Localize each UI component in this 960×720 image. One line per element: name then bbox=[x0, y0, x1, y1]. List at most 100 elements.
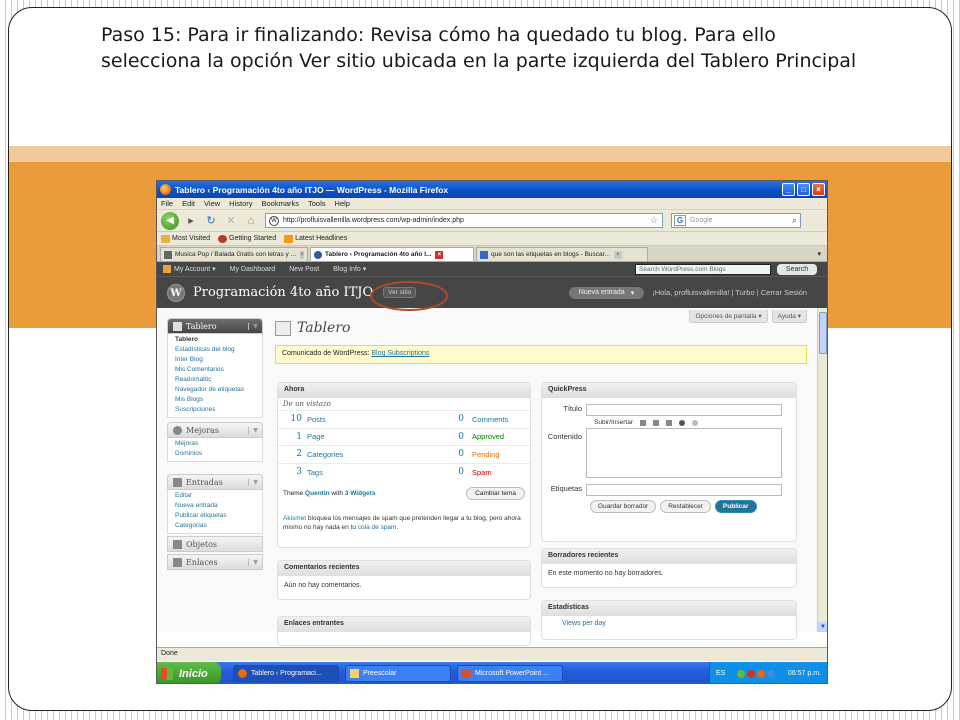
tab-tablero[interactable]: Tablero ‹ Programación 4to año I... × bbox=[310, 247, 474, 261]
screen-options-tab[interactable]: Opciones de pantalla ▾ bbox=[689, 310, 768, 323]
sidebar-item-mis-blogs[interactable]: Mis Blogs bbox=[168, 395, 262, 405]
media-icon[interactable] bbox=[679, 419, 686, 426]
notice-link[interactable]: Blog Subscriptions bbox=[371, 350, 429, 357]
sidebar-item-inter-blog[interactable]: Inter Blog bbox=[168, 355, 262, 365]
wp-search-input[interactable]: Search WordPress.com Blogs bbox=[635, 263, 771, 275]
help-tab[interactable]: Ayuda ▾ bbox=[771, 310, 807, 323]
link-posts[interactable]: Posts bbox=[302, 415, 452, 424]
tab-busqueda[interactable]: que son las etiquetas en blogs - Buscar.… bbox=[476, 247, 648, 261]
scrollbar-thumb[interactable] bbox=[819, 312, 827, 354]
back-arrow-icon[interactable]: ◀ bbox=[161, 211, 179, 230]
close-window-button[interactable]: × bbox=[812, 183, 825, 196]
bookmark-getting-started[interactable]: Getting Started bbox=[218, 234, 276, 243]
video-icon[interactable] bbox=[653, 419, 660, 426]
menu-mejoras[interactable]: Mejoras ▼ bbox=[167, 422, 263, 438]
menu-history[interactable]: History bbox=[229, 199, 252, 208]
link-approved[interactable]: Approved bbox=[464, 432, 504, 441]
borradores-title[interactable]: Borradores recientes bbox=[542, 549, 796, 564]
wp-search-button[interactable]: Search bbox=[777, 263, 817, 275]
ahora-title[interactable]: Ahora bbox=[278, 383, 530, 398]
tray-firefox-icon[interactable] bbox=[757, 669, 766, 678]
menu-bookmarks[interactable]: Bookmarks bbox=[262, 199, 300, 208]
sidebar-item-categorias[interactable]: Categorías bbox=[168, 521, 262, 531]
publicar-button[interactable]: Publicar bbox=[714, 500, 757, 513]
magnifier-icon[interactable]: ⌕ bbox=[792, 215, 797, 226]
minimize-button[interactable]: _ bbox=[782, 183, 795, 196]
maximize-button[interactable]: □ bbox=[797, 183, 810, 196]
tab-close-icon[interactable]: × bbox=[300, 250, 304, 259]
bookmark-star-icon[interactable]: ☆ bbox=[650, 215, 658, 226]
image-icon[interactable] bbox=[640, 419, 647, 426]
task-powerpoint[interactable]: Microsoft PowerPoint ... bbox=[457, 665, 563, 682]
tab-list-arrow-icon[interactable]: ▾ bbox=[817, 250, 821, 258]
sidebar-item-dominios[interactable]: Dominios bbox=[168, 449, 262, 459]
comentarios-title[interactable]: Comentarios recientes bbox=[278, 561, 530, 576]
sidebar-item-tablero[interactable]: Tablero bbox=[168, 335, 262, 345]
spam-queue-link[interactable]: cola de spam bbox=[358, 524, 397, 531]
link-tags[interactable]: Tags bbox=[302, 468, 452, 477]
link-page[interactable]: Page bbox=[302, 432, 452, 441]
menu-view[interactable]: View bbox=[204, 199, 220, 208]
user-greeting[interactable]: ¡Hola, profluisvallenilla! | Turbo | Cer… bbox=[652, 288, 807, 297]
cambiar-tema-button[interactable]: Cambiar tema bbox=[466, 487, 525, 500]
menu-toggle-icon[interactable]: ▼ bbox=[248, 558, 262, 566]
link-comments[interactable]: Comments bbox=[464, 415, 508, 424]
estadisticas-title[interactable]: Estadísticas bbox=[542, 601, 796, 616]
menu-tablero[interactable]: Tablero ▼ bbox=[167, 318, 263, 334]
reload-icon[interactable]: ↻ bbox=[205, 214, 217, 227]
menu-edit[interactable]: Edit bbox=[182, 199, 195, 208]
theme-link[interactable]: Quentin bbox=[305, 490, 330, 497]
menu-toggle-icon[interactable]: ▼ bbox=[248, 478, 262, 486]
tray-network-icon[interactable] bbox=[737, 669, 746, 678]
sidebar-item-readomattic[interactable]: Readomattic bbox=[168, 375, 262, 385]
scroll-down-icon[interactable]: ▼ bbox=[818, 622, 827, 632]
tab-musica[interactable]: Musica Pop / Balada Gratis con letras y … bbox=[160, 247, 308, 261]
search-box[interactable]: G Google ⌕ bbox=[671, 213, 801, 228]
admin-my-account[interactable]: My Account ▾ bbox=[163, 265, 216, 273]
tab-close-icon[interactable]: × bbox=[435, 250, 444, 259]
tray-volume-icon[interactable] bbox=[767, 669, 776, 678]
enlaces-entrantes-title[interactable]: Enlaces entrantes bbox=[278, 617, 530, 632]
menu-objetos[interactable]: Objetos bbox=[167, 536, 263, 552]
link-spam[interactable]: Spam bbox=[464, 468, 492, 477]
menu-enlaces[interactable]: Enlaces ▼ bbox=[167, 554, 263, 570]
guardar-borrador-button[interactable]: Guardar borrador bbox=[590, 500, 657, 513]
sidebar-item-mis-comentarios[interactable]: Mis Comentarios bbox=[168, 365, 262, 375]
task-preescolar[interactable]: Preescolar bbox=[345, 665, 451, 682]
menu-tools[interactable]: Tools bbox=[308, 199, 326, 208]
restablecer-button[interactable]: Restablecer bbox=[660, 500, 711, 513]
menu-help[interactable]: Help bbox=[335, 199, 350, 208]
bookmark-most-visited[interactable]: Most Visited bbox=[161, 234, 210, 243]
contenido-textarea[interactable] bbox=[586, 428, 782, 478]
link-categories[interactable]: Categories bbox=[302, 450, 452, 459]
menu-toggle-icon[interactable]: ▼ bbox=[248, 426, 262, 434]
sidebar-item-nueva-entrada[interactable]: Nueva entrada bbox=[168, 501, 262, 511]
sidebar-item-estadisticas[interactable]: Estadísticas del blog bbox=[168, 345, 262, 355]
tray-security-icon[interactable] bbox=[747, 669, 756, 678]
forward-dropdown-icon[interactable]: ▸ bbox=[185, 214, 197, 227]
admin-new-post[interactable]: New Post bbox=[289, 266, 319, 273]
views-per-day-link[interactable]: Views per day bbox=[542, 616, 796, 631]
sidebar-item-navegador-etiquetas[interactable]: Navegador de etiquetas bbox=[168, 385, 262, 395]
menu-entradas[interactable]: Entradas ▼ bbox=[167, 474, 263, 490]
link-pending[interactable]: Pending bbox=[464, 450, 500, 459]
sidebar-item-mejoras[interactable]: Mejoras bbox=[168, 439, 262, 449]
sidebar-item-suscripciones[interactable]: Suscripciones bbox=[168, 405, 262, 415]
music-icon[interactable] bbox=[666, 419, 673, 426]
poll-icon[interactable] bbox=[692, 419, 699, 426]
stop-icon[interactable]: ✕ bbox=[225, 214, 237, 227]
quickpress-title[interactable]: QuickPress bbox=[542, 383, 796, 398]
menu-file[interactable]: File bbox=[161, 199, 173, 208]
tab-close-icon[interactable]: × bbox=[613, 250, 622, 259]
menu-toggle-icon[interactable]: ▼ bbox=[248, 322, 262, 330]
start-button[interactable]: Inicio bbox=[157, 662, 221, 683]
language-indicator[interactable]: ES bbox=[716, 670, 725, 677]
etiquetas-input[interactable] bbox=[586, 484, 782, 496]
nueva-entrada-button[interactable]: Nueva entrada ▾ bbox=[568, 286, 645, 299]
task-firefox[interactable]: Tablero ‹ Programaci... bbox=[233, 665, 339, 682]
bookmark-latest-headlines[interactable]: Latest Headlines bbox=[284, 234, 347, 243]
blog-name[interactable]: Programación 4to año ITJO bbox=[193, 285, 373, 300]
akismet-link[interactable]: Akismet bbox=[283, 515, 306, 522]
page-scrollbar[interactable]: ▼ bbox=[817, 308, 827, 632]
widgets-link[interactable]: 3 Widgets bbox=[345, 490, 376, 497]
